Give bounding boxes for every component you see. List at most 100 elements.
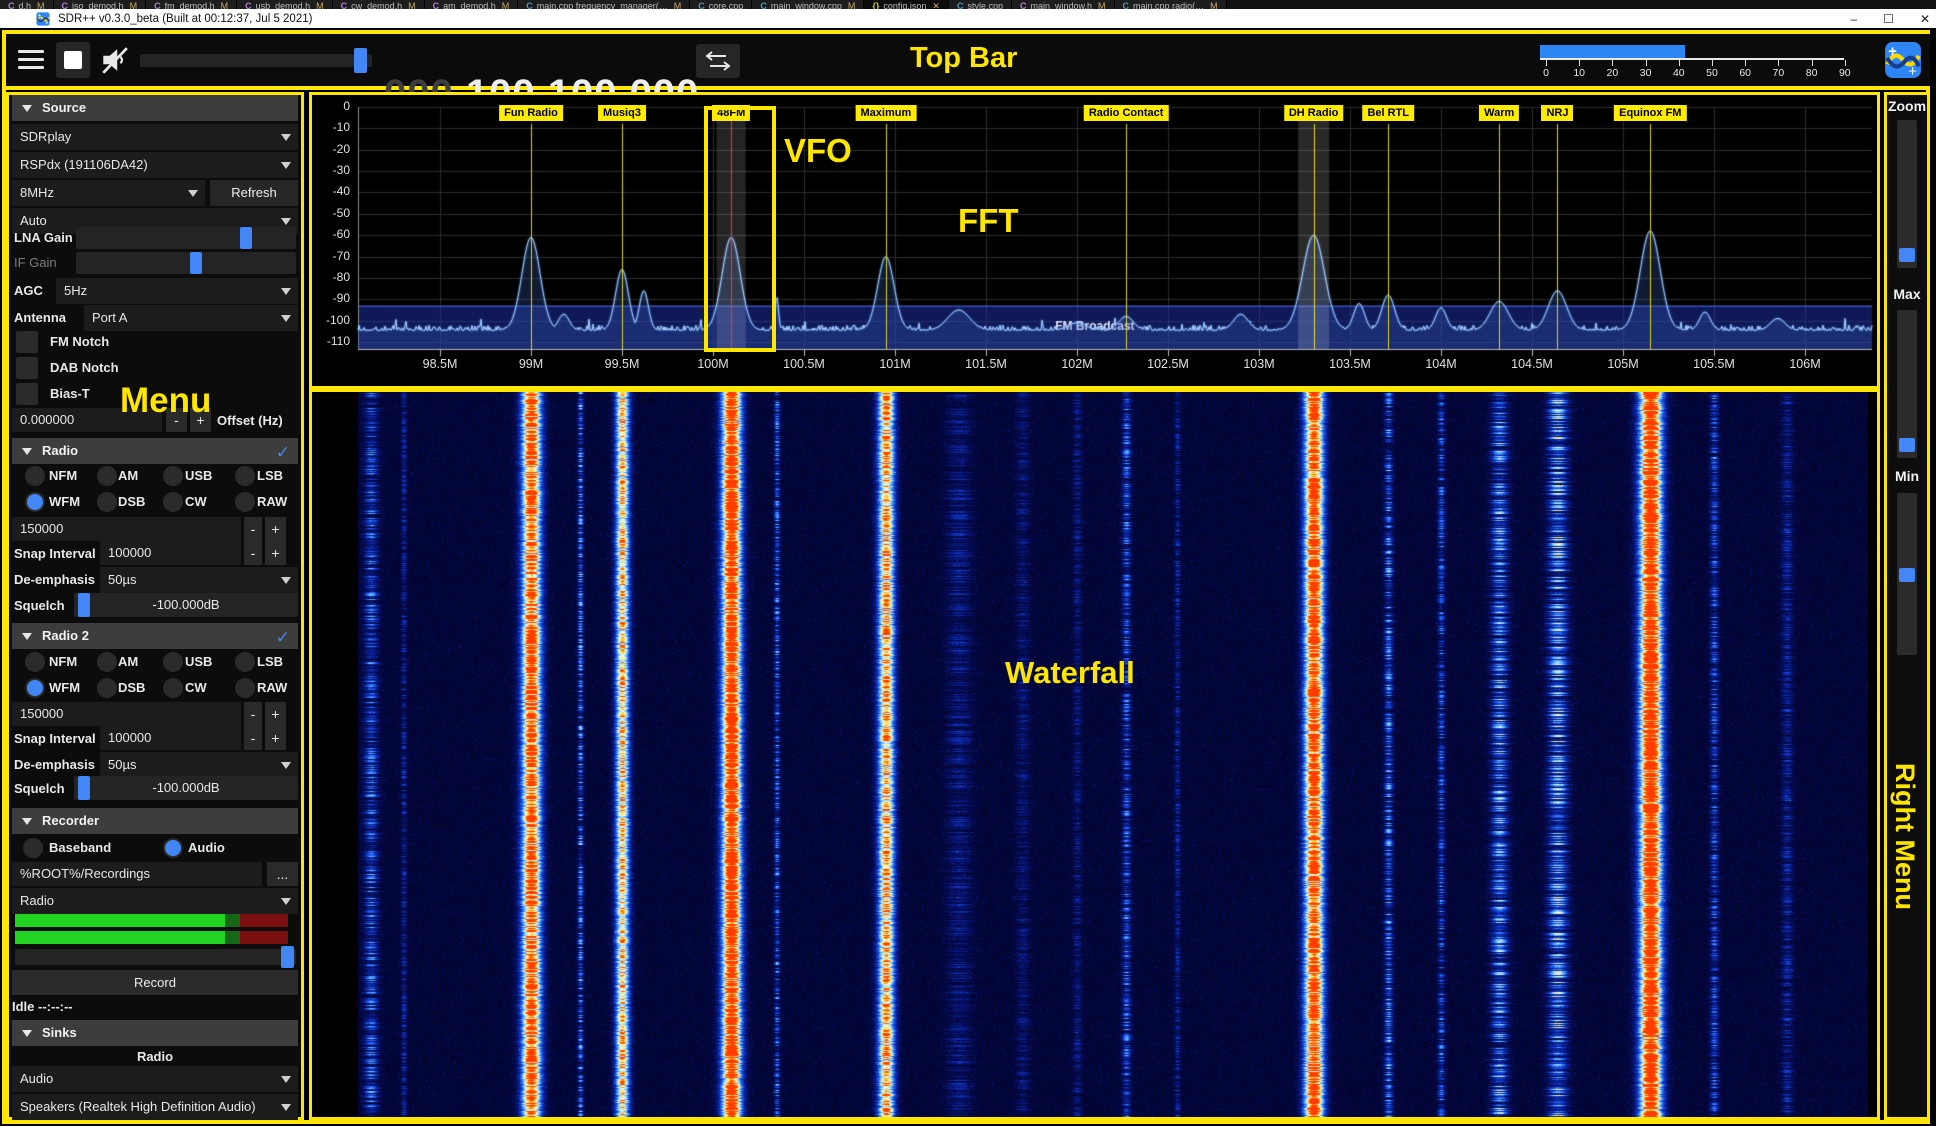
radio2-mode-dsb-label[interactable]: DSB bbox=[118, 680, 145, 695]
radio2-mode-am[interactable] bbox=[97, 652, 117, 672]
mute-button[interactable] bbox=[96, 42, 132, 78]
editor-tab[interactable]: Cd.hM bbox=[0, 0, 54, 9]
editor-tab[interactable]: Ccore.cpp bbox=[690, 0, 752, 9]
radio2-mode-raw[interactable] bbox=[235, 678, 255, 698]
radio-mode-cw-label[interactable]: CW bbox=[185, 494, 207, 509]
radio-mode-am[interactable] bbox=[97, 466, 117, 486]
radio2-mode-usb-label[interactable]: USB bbox=[185, 654, 212, 669]
radio-mode-am-label[interactable]: AM bbox=[118, 468, 138, 483]
if-gain-slider-handle[interactable] bbox=[190, 252, 202, 274]
sink-device-select[interactable]: Speakers (Realtek High Definition Audio) bbox=[12, 1094, 298, 1120]
section-header-radio[interactable]: Radio ✓ bbox=[12, 438, 298, 464]
radio-mode-raw[interactable] bbox=[235, 492, 255, 512]
stop-button[interactable] bbox=[56, 42, 90, 78]
radio-mode-dsb[interactable] bbox=[97, 492, 117, 512]
volume-slider[interactable] bbox=[140, 54, 372, 67]
radio2-mode-raw-label[interactable]: RAW bbox=[257, 680, 287, 695]
recorder-volume-handle[interactable] bbox=[281, 946, 294, 968]
section-header-recorder[interactable]: Recorder bbox=[12, 808, 298, 834]
radio-bandwidth-input[interactable]: 150000 bbox=[12, 517, 241, 541]
radio-mode-cw[interactable] bbox=[163, 492, 183, 512]
vfo-center-toggle-button[interactable] bbox=[696, 44, 740, 78]
editor-tab[interactable]: Ciso_demod.hM bbox=[54, 0, 147, 9]
radio2-mode-wfm-label[interactable]: WFM bbox=[49, 680, 80, 695]
volume-slider-handle[interactable] bbox=[354, 48, 367, 73]
recorder-stream-select[interactable]: Radio bbox=[12, 888, 298, 914]
section-header-source[interactable]: Source bbox=[12, 95, 298, 121]
recorder-audio-radio[interactable] bbox=[163, 838, 183, 858]
editor-tab[interactable]: Ccw_demod.hM bbox=[333, 0, 425, 9]
radio2-snap-minus[interactable]: - bbox=[244, 726, 262, 750]
radio2-mode-nfm-label[interactable]: NFM bbox=[49, 654, 77, 669]
source-driver-select[interactable]: SDRplay bbox=[12, 124, 298, 150]
if-gain-slider[interactable] bbox=[76, 252, 296, 274]
radio-mode-wfm-label[interactable]: WFM bbox=[49, 494, 80, 509]
radio2-mode-wfm[interactable] bbox=[25, 678, 45, 698]
editor-tab[interactable]: Cmain_window.hM bbox=[1012, 0, 1115, 9]
radio-mode-lsb-label[interactable]: LSB bbox=[257, 468, 283, 483]
radio2-mode-dsb[interactable] bbox=[97, 678, 117, 698]
recorder-baseband-label[interactable]: Baseband bbox=[49, 840, 111, 855]
editor-tab[interactable]: Cfm_demod.hM bbox=[146, 0, 237, 9]
radio-deemphasis-select[interactable]: 50µs bbox=[100, 567, 298, 593]
editor-tab[interactable]: Cusb_demod.hM bbox=[237, 0, 333, 9]
radio-mode-raw-label[interactable]: RAW bbox=[257, 494, 287, 509]
editor-tab[interactable]: Cstyle.cpp bbox=[949, 0, 1012, 9]
editor-tab[interactable]: {}config.json✕ bbox=[864, 0, 949, 9]
radio2-mode-nfm[interactable] bbox=[25, 652, 45, 672]
radio2-enabled-check-icon[interactable]: ✓ bbox=[276, 625, 290, 651]
radio-squelch-slider[interactable]: -100.000dB bbox=[74, 593, 298, 617]
radio2-mode-cw-label[interactable]: CW bbox=[185, 680, 207, 695]
radio2-bandwidth-plus[interactable]: + bbox=[265, 702, 286, 726]
radio-bandwidth-minus[interactable]: - bbox=[244, 517, 262, 541]
radio-mode-wfm[interactable] bbox=[25, 492, 45, 512]
agc-select[interactable]: 5Hz bbox=[56, 278, 298, 304]
radio2-mode-lsb-label[interactable]: LSB bbox=[257, 654, 283, 669]
sink-type-select[interactable]: Audio bbox=[12, 1066, 298, 1092]
radio2-mode-am-label[interactable]: AM bbox=[118, 654, 138, 669]
bias-t-checkbox[interactable] bbox=[16, 383, 38, 405]
minimize-button[interactable]: – bbox=[1850, 12, 1857, 26]
maximize-button[interactable]: ☐ bbox=[1883, 12, 1894, 26]
dab-notch-checkbox[interactable] bbox=[16, 357, 38, 379]
sample-rate-select[interactable]: 8MHz bbox=[12, 180, 205, 206]
recorder-browse-button[interactable]: ... bbox=[267, 862, 298, 886]
radio2-bandwidth-input[interactable]: 150000 bbox=[12, 702, 241, 726]
radio2-deemphasis-select[interactable]: 50µs bbox=[100, 752, 298, 778]
radio2-snap-input[interactable]: 100000 bbox=[100, 726, 241, 750]
source-device-select[interactable]: RSPdx (191106DA42) bbox=[12, 152, 298, 178]
recorder-path-input[interactable]: %ROOT%/Recordings bbox=[12, 862, 262, 886]
radio-mode-lsb[interactable] bbox=[235, 466, 255, 486]
radio-mode-nfm[interactable] bbox=[25, 466, 45, 486]
radio-snap-minus[interactable]: - bbox=[244, 541, 262, 565]
editor-tab[interactable]: Cam_demod.hM bbox=[425, 0, 519, 9]
radio2-squelch-slider[interactable]: -100.000dB bbox=[74, 776, 298, 800]
editor-tab[interactable]: Cmain.cpp radio(…M bbox=[1115, 0, 1227, 9]
radio2-mode-usb[interactable] bbox=[163, 652, 183, 672]
recorder-baseband-radio[interactable] bbox=[23, 838, 43, 858]
radio-mode-usb-label[interactable]: USB bbox=[185, 468, 212, 483]
refresh-button[interactable]: Refresh bbox=[210, 180, 298, 206]
radio-snap-input[interactable]: 100000 bbox=[100, 541, 241, 565]
radio-mode-dsb-label[interactable]: DSB bbox=[118, 494, 145, 509]
close-button[interactable]: ✕ bbox=[1920, 12, 1930, 26]
fm-notch-checkbox[interactable] bbox=[16, 331, 38, 353]
antenna-select[interactable]: Port A bbox=[84, 305, 298, 331]
section-header-radio2[interactable]: Radio 2 ✓ bbox=[12, 623, 298, 649]
lna-gain-slider[interactable] bbox=[76, 227, 296, 249]
radio-bandwidth-plus[interactable]: + bbox=[265, 517, 286, 541]
radio-enabled-check-icon[interactable]: ✓ bbox=[276, 440, 290, 466]
radio-mode-usb[interactable] bbox=[163, 466, 183, 486]
radio2-mode-lsb[interactable] bbox=[235, 652, 255, 672]
record-button[interactable]: Record bbox=[12, 970, 298, 995]
radio-snap-plus[interactable]: + bbox=[265, 541, 286, 565]
editor-tab[interactable]: Cmain_window.cppM bbox=[752, 0, 864, 9]
recorder-audio-label[interactable]: Audio bbox=[188, 840, 225, 855]
radio2-bandwidth-minus[interactable]: - bbox=[244, 702, 262, 726]
editor-tab[interactable]: Cmain.cpp frequency_manager(…M bbox=[518, 0, 690, 9]
radio2-mode-cw[interactable] bbox=[163, 678, 183, 698]
main-menu-button[interactable] bbox=[14, 42, 50, 78]
radio2-snap-plus[interactable]: + bbox=[265, 726, 286, 750]
radio-mode-nfm-label[interactable]: NFM bbox=[49, 468, 77, 483]
recorder-volume-slider[interactable] bbox=[15, 949, 296, 965]
